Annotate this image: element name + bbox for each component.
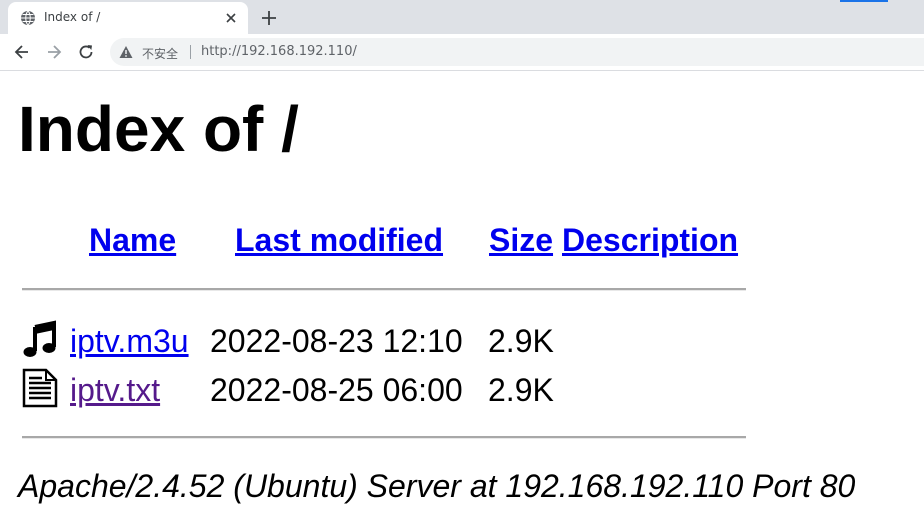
tab-strip: Index of / — [0, 0, 924, 34]
column-header-description[interactable]: Description — [562, 221, 738, 259]
browser-toolbar: 不安全 http://192.168.192.110/ — [0, 34, 924, 71]
forward-arrow-icon[interactable] — [44, 42, 64, 62]
file-size: 2.9K — [488, 372, 554, 408]
warning-icon[interactable] — [119, 45, 133, 59]
page-content: Index of / Name Last modified Size Descr… — [0, 71, 924, 512]
globe-icon — [21, 10, 35, 26]
address-bar[interactable]: 不安全 http://192.168.192.110/ — [110, 38, 924, 66]
file-modified: 2022-08-23 12:10 — [210, 323, 463, 359]
column-header-size[interactable]: Size — [489, 221, 553, 259]
file-link-iptv-m3u[interactable]: iptv.m3u — [70, 322, 189, 360]
url-text[interactable]: http://192.168.192.110/ — [201, 44, 357, 59]
tab-title: Index of / — [44, 10, 101, 24]
file-size: 2.9K — [488, 323, 554, 359]
file-link-iptv-txt[interactable]: iptv.txt — [70, 371, 160, 409]
browser-tab[interactable]: Index of / — [8, 2, 248, 34]
server-signature: Apache/2.4.52 (Ubuntu) Server at 192.168… — [18, 468, 856, 504]
close-icon[interactable] — [224, 11, 238, 25]
column-header-name[interactable]: Name — [89, 221, 176, 259]
file-modified: 2022-08-25 06:00 — [210, 372, 463, 408]
footer-divider — [22, 436, 746, 439]
profile-accent-bar — [840, 0, 888, 2]
text-document-icon — [22, 368, 58, 408]
back-arrow-icon[interactable] — [12, 42, 32, 62]
header-divider — [22, 288, 746, 291]
plus-icon[interactable] — [259, 8, 279, 28]
insecure-label[interactable]: 不安全 — [142, 45, 178, 62]
page-title: Index of / — [18, 93, 299, 165]
music-note-icon — [23, 320, 56, 357]
column-header-last-modified[interactable]: Last modified — [235, 221, 443, 259]
omnibox-divider — [190, 45, 191, 59]
reload-icon[interactable] — [76, 42, 96, 62]
